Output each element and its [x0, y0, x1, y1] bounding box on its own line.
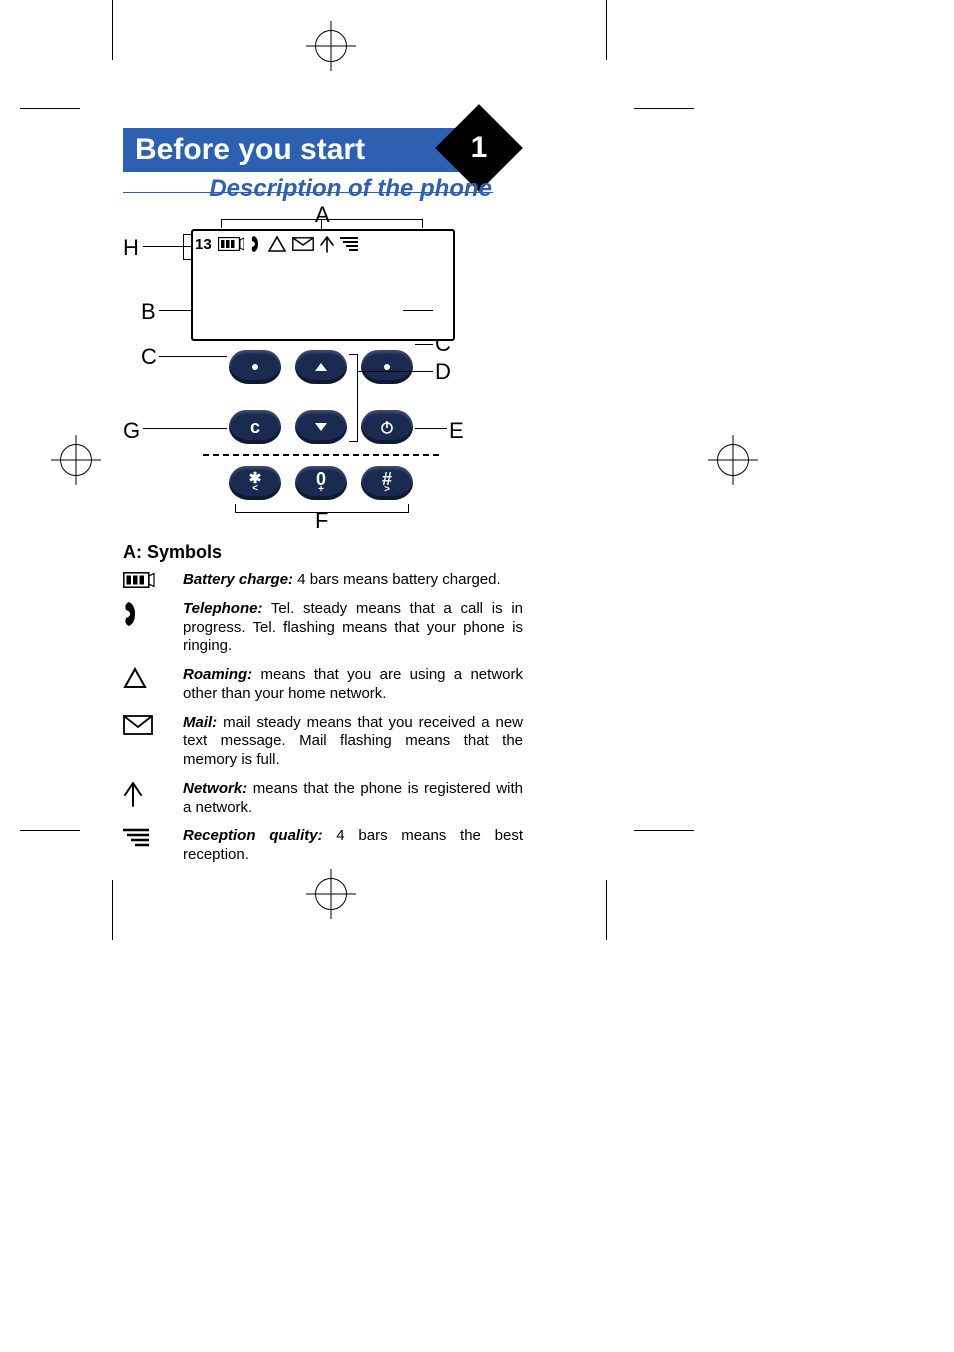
status-bar: 13: [195, 233, 358, 255]
leader-line: [415, 344, 433, 345]
leader-line: [159, 310, 191, 311]
symbol-text: Mail: mail steady means that you receive…: [183, 714, 523, 770]
diagram-label-h: H: [123, 235, 139, 261]
soft-key-right: [361, 350, 413, 384]
phone-diagram: A H B B C C D G E F 13: [123, 206, 493, 536]
chapter-number: 1: [448, 117, 510, 179]
registration-mark-icon: [60, 444, 92, 476]
crop-mark: [634, 108, 694, 109]
symbol-row-mail: Mail: mail steady means that you receive…: [123, 714, 523, 770]
hash-key: # >: [361, 466, 413, 500]
roaming-icon: [123, 666, 161, 704]
leader-line: [415, 428, 447, 429]
registration-mark-icon: [315, 878, 347, 910]
symbol-list: A: Symbols Battery charge: 4 bars means …: [123, 542, 523, 875]
diagram-label-e: E: [449, 418, 464, 444]
crop-mark: [606, 880, 607, 940]
leader-line: [357, 371, 433, 372]
leader-line: [159, 356, 227, 357]
symbol-row-roaming: Roaming: means that you are using a netw…: [123, 666, 523, 704]
section-title: Before you start: [135, 133, 365, 167]
symbol-row-reception: Reception quality: 4 bars means the best…: [123, 827, 523, 865]
reception-icon: [123, 827, 161, 865]
reception-icon: [340, 236, 358, 252]
nav-down-key: [295, 410, 347, 444]
roaming-icon: [268, 236, 286, 252]
telephone-icon: [123, 600, 161, 656]
clear-key: c: [229, 410, 281, 444]
crop-mark: [20, 108, 80, 109]
network-icon: [123, 780, 161, 818]
symbol-text: Network: means that the phone is registe…: [183, 780, 523, 818]
section-subtitle: Description of the phone: [122, 175, 492, 203]
star-key: ✱ <: [229, 466, 281, 500]
bracket: [349, 354, 358, 442]
symbol-text: Roaming: means that you are using a netw…: [183, 666, 523, 704]
diagram-label-b-left: B: [141, 299, 156, 325]
hash-key-sublabel: >: [384, 486, 390, 494]
symbol-text: Reception quality: 4 bars means the best…: [183, 827, 523, 865]
registration-mark-icon: [315, 30, 347, 62]
bracket: [183, 234, 192, 260]
symbol-text: Telephone: Tel. steady means that a call…: [183, 600, 523, 656]
leader-line: [143, 428, 227, 429]
symbol-row-battery: Battery charge: 4 bars means battery cha…: [123, 571, 523, 590]
soft-key-left: [229, 350, 281, 384]
power-key: [361, 410, 413, 444]
registration-mark-icon: [717, 444, 749, 476]
symbol-text: Battery charge: 4 bars means battery cha…: [183, 571, 523, 590]
battery-icon: [123, 571, 161, 590]
mail-icon: [292, 237, 314, 251]
clear-key-label: c: [250, 417, 260, 438]
crop-mark: [634, 830, 694, 831]
leader-line: [403, 310, 433, 311]
crop-mark: [112, 880, 113, 940]
network-icon: [320, 235, 334, 253]
keypad-divider: [203, 454, 439, 456]
manual-page: Before you start 1 Description of the ph…: [0, 0, 954, 1352]
zero-key: 0 +: [295, 466, 347, 500]
mail-icon: [123, 714, 161, 770]
symbol-row-network: Network: means that the phone is registe…: [123, 780, 523, 818]
nav-up-key: [295, 350, 347, 384]
crop-mark: [606, 0, 607, 60]
bracket: [235, 504, 409, 513]
telephone-icon: [250, 235, 262, 253]
subtitle-rule: [123, 192, 493, 193]
star-key-sublabel: <: [252, 485, 258, 493]
diagram-label-g: G: [123, 418, 140, 444]
battery-icon: [218, 237, 244, 251]
diagram-label-c-left: C: [141, 344, 157, 370]
crop-mark: [20, 830, 80, 831]
symbol-row-telephone: Telephone: Tel. steady means that a call…: [123, 600, 523, 656]
bracket: [221, 219, 423, 228]
diagram-label-d: D: [435, 359, 451, 385]
clock-readout: 13: [195, 236, 212, 253]
symbol-list-heading: A: Symbols: [123, 542, 523, 563]
zero-key-sublabel: +: [318, 486, 324, 494]
crop-mark: [112, 0, 113, 60]
